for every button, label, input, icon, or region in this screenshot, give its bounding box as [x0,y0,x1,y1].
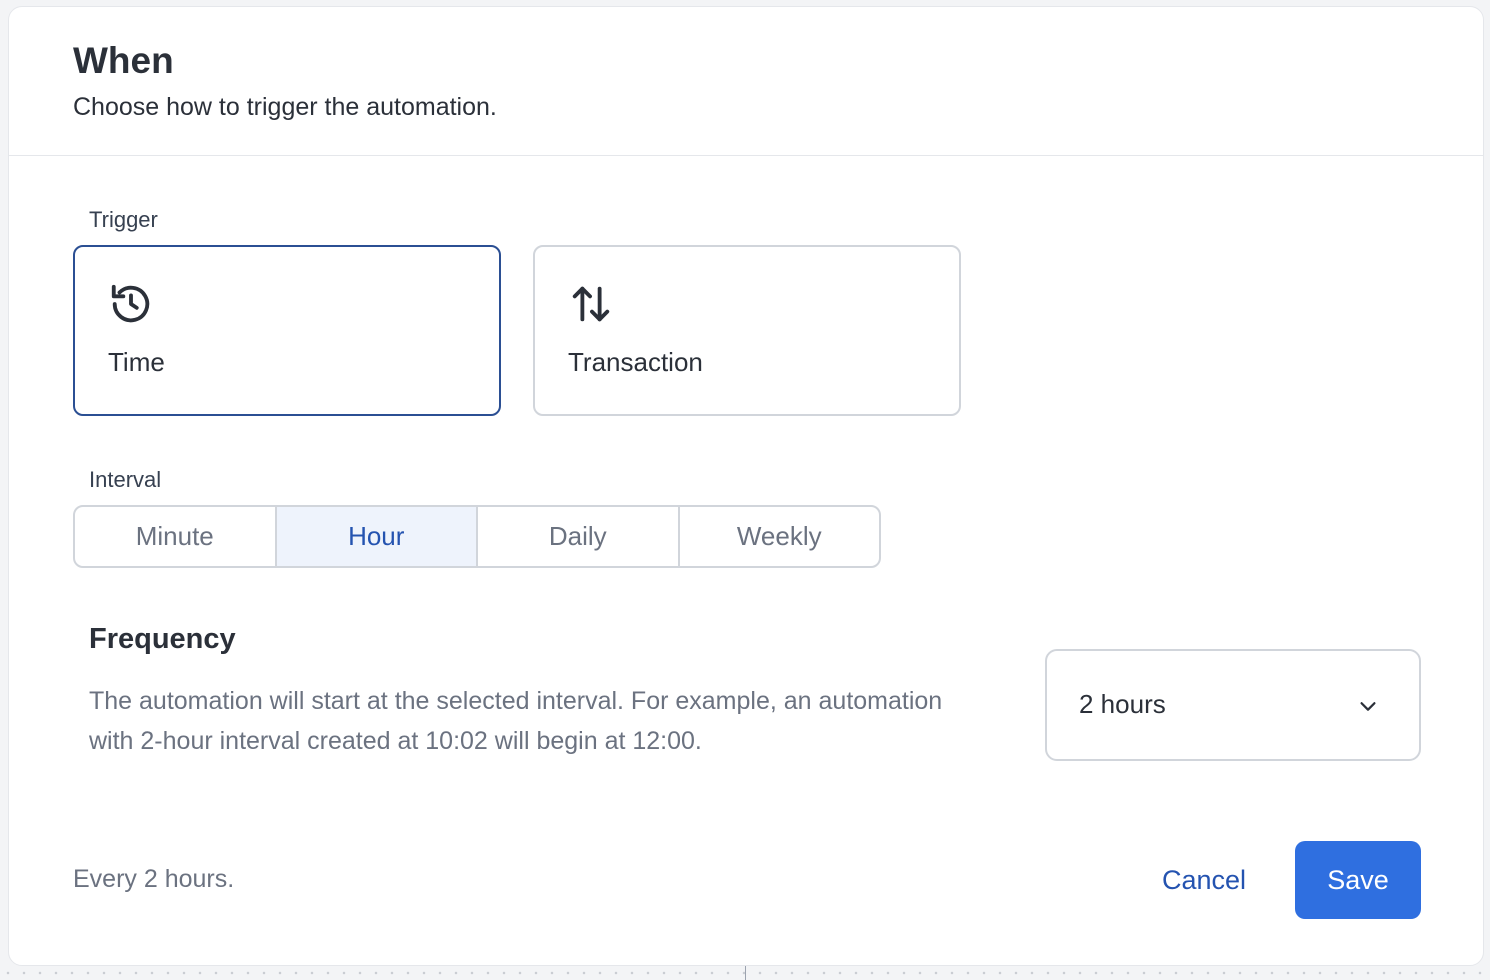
trigger-option-label: Transaction [568,347,703,377]
automation-trigger-dialog: When Choose how to trigger the automatio… [8,6,1484,966]
cancel-button[interactable]: Cancel [1149,841,1259,919]
frequency-title: Frequency [89,623,236,655]
trigger-option-transaction[interactable]: Transaction [533,245,961,416]
dialog-title: When [73,40,174,81]
schedule-summary: Every 2 hours. [73,865,235,893]
clock-history-icon [111,284,150,323]
frequency-select[interactable]: 2 hours [1045,649,1421,761]
dialog-subtitle: Choose how to trigger the automation. [73,93,497,121]
backdrop-divider [745,966,746,980]
interval-option-daily[interactable]: Daily [478,507,680,566]
interval-option-weekly[interactable]: Weekly [680,507,880,566]
interval-option-hour[interactable]: Hour [276,507,478,566]
interval-option-minute[interactable]: Minute [75,507,277,566]
trigger-option-time[interactable]: Time [73,245,501,416]
chevron-down-icon [1360,702,1376,711]
frequency-description: The automation will start at the selecte… [89,687,943,755]
trigger-option-label: Time [108,347,165,377]
save-button[interactable]: Save [1295,841,1421,919]
frequency-select-value: 2 hours [1079,689,1166,719]
interval-label: Interval [89,467,162,492]
trigger-label: Trigger [89,207,158,232]
arrows-up-down-icon [572,286,610,322]
dialog-header: When Choose how to trigger the automatio… [9,7,1483,156]
interval-segmented-control: Minute Hour Daily Weekly [73,505,881,568]
